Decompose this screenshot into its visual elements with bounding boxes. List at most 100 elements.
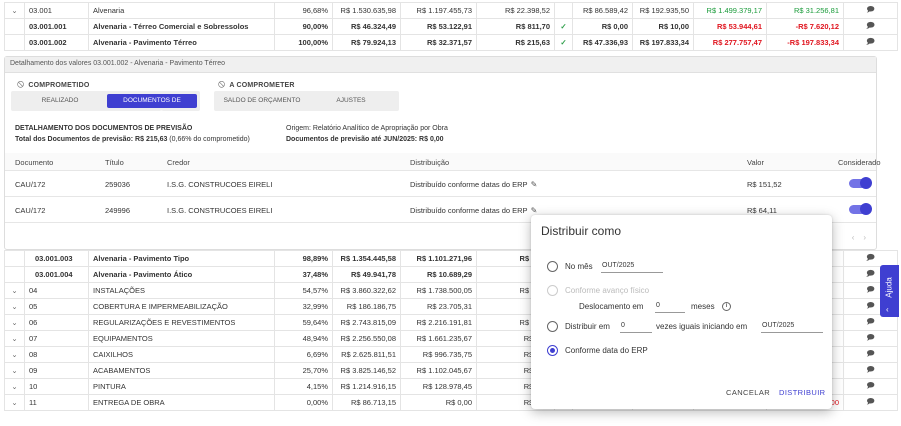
comment-icon[interactable]: 🗩 [843,2,898,19]
row-name: Alvenaria - Térreo Comercial e Sobressol… [88,18,275,35]
comment-icon[interactable]: 🗩 [843,394,898,411]
chevron-down-icon[interactable]: ⌄ [4,330,25,347]
chevron-down-icon[interactable]: ⌄ [4,298,25,315]
document-row: CAU/172 259036 I.S.G. CONSTRUCOES EIRELI… [5,171,876,197]
row-value: R$ 31.256,81 [766,2,844,19]
comprometido-label: COMPROMETIDO [28,82,90,89]
row-pct: 54,57% [274,282,333,299]
row-value: R$ 1.499.379,17 [693,2,767,19]
comment-icon[interactable]: 🗩 [843,362,898,379]
row-pct: 37,48% [274,266,333,283]
no-mes-input[interactable]: OUT/2025 [601,260,663,273]
radio-avanco-fisico[interactable] [547,285,558,296]
ajuda-label: Ajuda [884,277,894,298]
chevron-down-icon [4,250,25,267]
row-code: 09 [24,362,89,379]
row-name: ENTREGA DE OBRA [88,394,275,411]
row-value: R$ 86.589,42 [572,2,633,19]
row-value: R$ 3.860.322,62 [332,282,401,299]
row-value: R$ 192.935,50 [632,2,694,19]
pencil-icon[interactable]: ✎ [531,206,538,215]
doc-titulo: 259036 [105,180,131,189]
col-titulo: Título [105,158,124,167]
row-value: R$ 2.743.815,09 [332,314,401,331]
chevron-down-icon[interactable]: ⌄ [4,314,25,331]
doc-distribuicao-text: Distribuído conforme datas do ERP [410,180,528,189]
ajuda-tab[interactable]: Ajuda ‹ [880,265,899,317]
radio-no-mes[interactable] [547,261,558,272]
cancel-button[interactable]: CANCELAR [726,388,770,397]
chevron-down-icon[interactable]: ⌄ [4,362,25,379]
row-name: PINTURA [88,378,275,395]
row-code: 03.001.001 [24,18,89,35]
doc-documento: CAU/172 [15,180,46,189]
row-value: R$ 1.214.916,15 [332,378,401,395]
dialog-title: Distribuir como [541,224,622,238]
doc-distribuicao: Distribuído conforme datas do ERP ✎ [410,206,537,215]
info-icon[interactable]: i [722,302,731,311]
check-circle-icon: ✓ [554,18,573,35]
comment-icon[interactable]: 🗩 [843,346,898,363]
toggle-knob [860,203,872,215]
comment-icon[interactable]: 🗩 [843,378,898,395]
chevron-down-icon[interactable]: ⌄ [4,282,25,299]
pencil-icon[interactable]: ✎ [531,180,538,189]
origem-text: Origem: Relatório Analítico de Apropriaç… [286,125,448,132]
a-comprometer-label: A COMPROMETER [229,82,295,89]
row-value: R$ 128.978,45 [400,378,477,395]
row-pct: 100,00% [274,34,333,51]
row-pct: 90,00% [274,18,333,35]
row-code: 05 [24,298,89,315]
chevron-down-icon [4,34,25,51]
row-value: -R$ 197.833,34 [766,34,844,51]
row-value: R$ 277.757,47 [693,34,767,51]
pagination: ‹ › [852,233,866,242]
chevron-down-icon[interactable]: ⌄ [4,2,25,19]
row-name: Alvenaria - Pavimento Ático [88,266,275,283]
row-value: R$ 49.941,78 [332,266,401,283]
row-value: R$ 1.197.455,73 [400,2,477,19]
chevron-left-icon[interactable]: ‹ [852,233,855,242]
chevron-down-icon[interactable]: ⌄ [4,378,25,395]
chevron-left-icon: ‹ [886,305,889,314]
radio-data-erp[interactable] [547,345,558,356]
chevron-right-icon[interactable]: › [863,233,866,242]
chevron-down-icon [4,18,25,35]
considerado-toggle[interactable] [849,203,872,215]
considerado-toggle[interactable] [849,177,872,189]
row-pct: 6,69% [274,346,333,363]
chevron-down-icon[interactable]: ⌄ [4,346,25,363]
row-code: 04 [24,282,89,299]
table-row: 03.001.002 Alvenaria - Pavimento Térreo 10… [4,34,898,51]
comment-icon[interactable]: 🗩 [843,330,898,347]
tab-documentos-previsao[interactable]: DOCUMENTOS DE PREVISÃO [107,94,197,118]
tab-realizado[interactable]: REALIZADO [17,94,103,108]
deslocamento-input[interactable]: 0 [655,300,685,313]
radio-distribuir-em[interactable] [547,321,558,332]
doc-titulo: 249996 [105,206,131,215]
row-value: R$ 79.924,13 [332,34,401,51]
distribuir-dialog: Distribuir como No mês OUT/2025 Conforme… [531,215,832,409]
row-value: R$ 811,70 [476,18,555,35]
comprometido-tabs: REALIZADO DOCUMENTOS DE PREVISÃO [11,91,200,118]
row-pct: 25,70% [274,362,333,379]
label-no-mes: No mês [565,262,593,271]
row-code: 11 [24,394,89,411]
tab-saldo-orcamento[interactable]: SALDO DE ORÇAMENTO [218,94,306,108]
row-value: R$ 0,00 [400,394,477,411]
iniciando-input[interactable]: OUT/2025 [761,320,823,333]
row-pct: 96,68% [274,2,333,19]
chevron-down-icon[interactable]: ⌄ [4,394,25,411]
comment-icon[interactable]: 🗩 [843,18,898,35]
tab-ajustes[interactable]: AJUSTES [308,94,394,108]
distribuir-button[interactable]: DISTRIBUIR [779,388,826,397]
comment-icon[interactable]: 🗩 [843,34,898,51]
row-name: CAIXILHOS [88,346,275,363]
doc-credor: I.S.G. CONSTRUCOES EIRELI [167,206,273,215]
label-meses: meses [691,302,715,311]
check-circle-icon: ✓ [554,34,573,51]
distribuir-input[interactable]: 0 [620,320,652,333]
row-code: 03.001.003 [24,250,89,267]
row-name: EQUIPAMENTOS [88,330,275,347]
doc-valor: R$ 64,11 [747,206,777,215]
